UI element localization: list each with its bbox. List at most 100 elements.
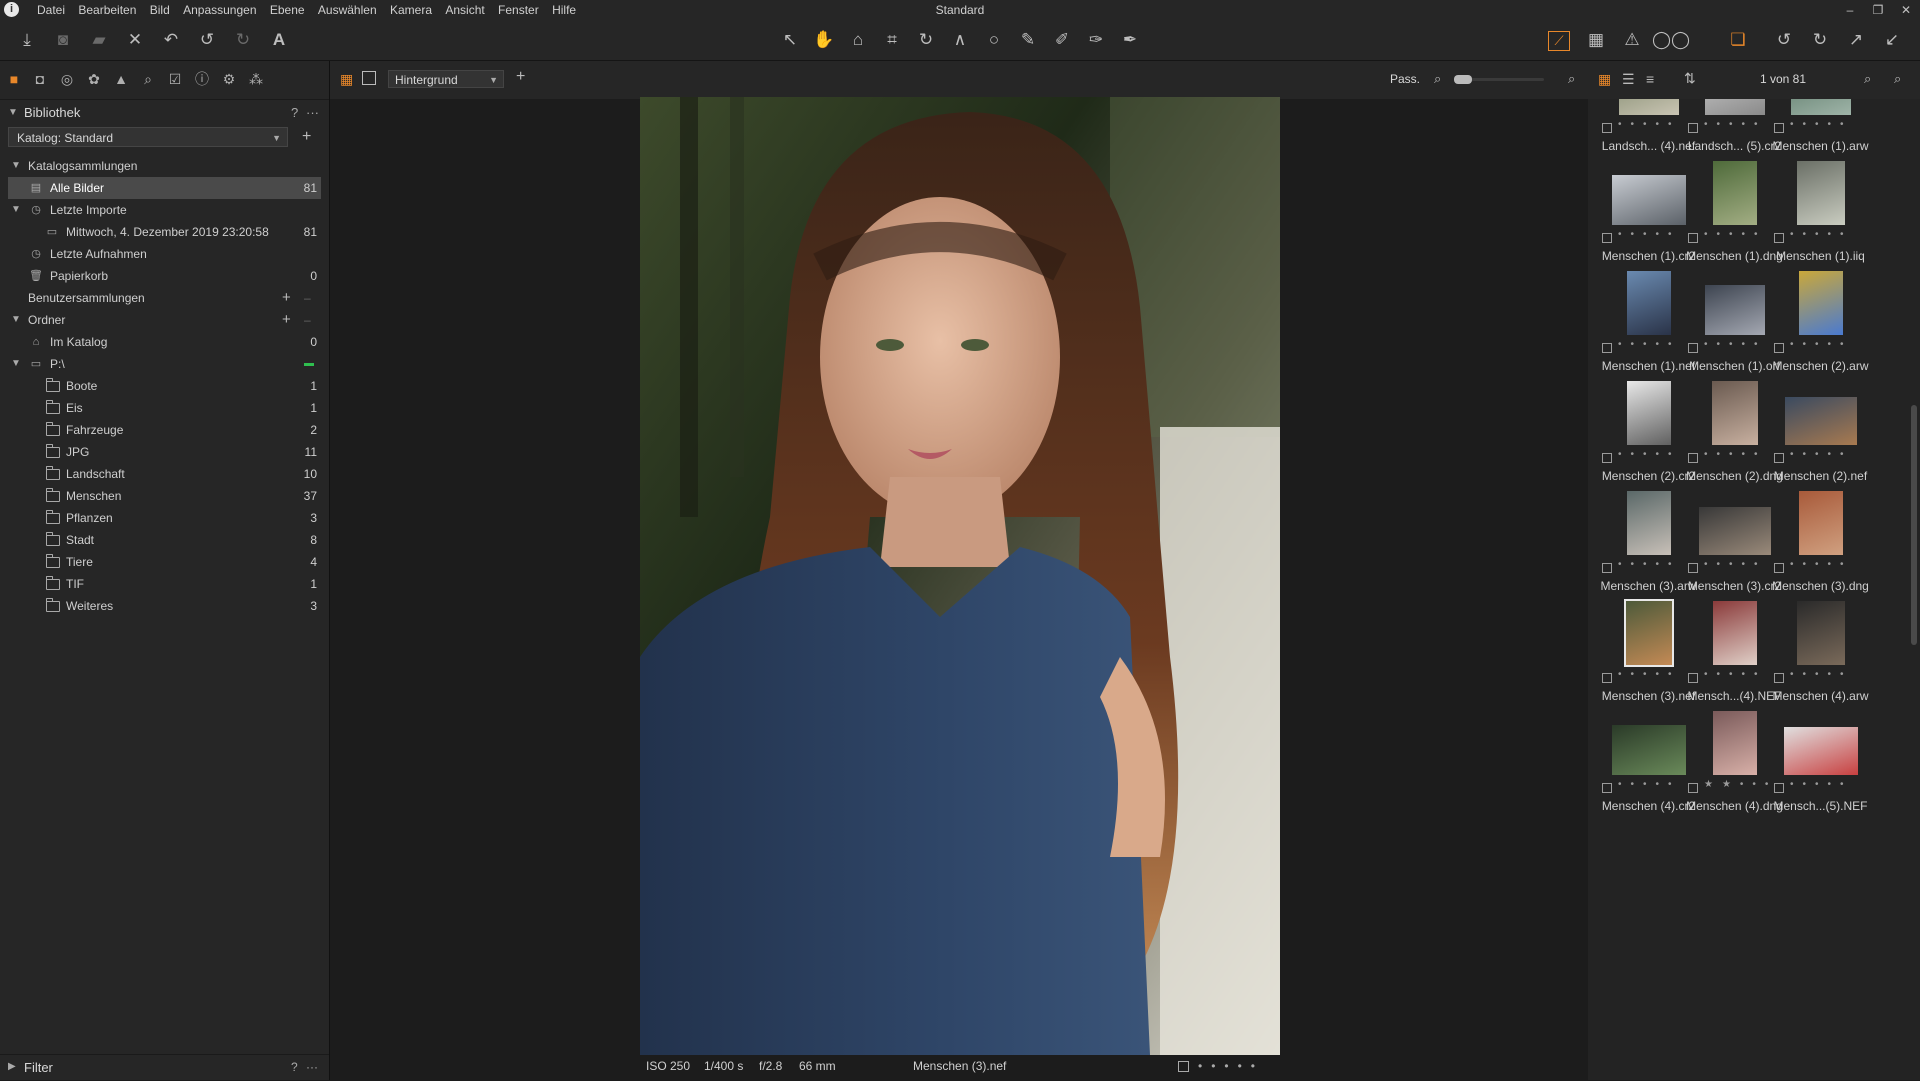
- select-checkbox[interactable]: [1774, 233, 1784, 243]
- select-checkbox[interactable]: [1688, 453, 1698, 463]
- select-checkbox[interactable]: [1774, 123, 1784, 133]
- select-checkbox[interactable]: [1602, 783, 1612, 793]
- folder-item[interactable]: Menschen 37: [8, 485, 321, 507]
- star-rating[interactable]: •••••: [1790, 449, 1853, 460]
- multi-view-icon[interactable]: ▦: [340, 71, 353, 88]
- output-tab-icon[interactable]: ⚙: [219, 69, 239, 89]
- folder-item[interactable]: Fahrzeuge 2: [8, 419, 321, 441]
- folder-item[interactable]: Boote 1: [8, 375, 321, 397]
- crop-icon[interactable]: ⌗: [880, 28, 904, 52]
- filter-panel-header[interactable]: ▶ Filter ? ···: [0, 1054, 329, 1081]
- filmstrip-view-icon[interactable]: ≡: [1646, 71, 1654, 87]
- spot-remove-icon[interactable]: ○: [982, 28, 1006, 52]
- thumbnail-image[interactable]: [1611, 725, 1686, 775]
- thumbnail-image[interactable]: [1790, 99, 1851, 115]
- folder-item[interactable]: Pflanzen 3: [8, 507, 321, 529]
- remove-folder-icon[interactable]: –: [304, 309, 311, 331]
- collection-all-images[interactable]: ▤ Alle Bilder 81: [8, 177, 321, 199]
- zoom-slider[interactable]: [1454, 75, 1544, 84]
- thumbnail-image[interactable]: [1618, 99, 1679, 115]
- help-icon[interactable]: ?: [291, 100, 298, 126]
- add-catalog-icon[interactable]: +: [302, 127, 311, 147]
- select-checkbox[interactable]: [1602, 673, 1612, 683]
- rotate-right-icon[interactable]: ↻: [1808, 28, 1832, 52]
- folder-item[interactable]: Eis 1: [8, 397, 321, 419]
- layer-select[interactable]: Hintergrund ▼: [388, 70, 504, 88]
- close-window-icon[interactable]: ✕: [1894, 0, 1918, 20]
- details-tab-icon[interactable]: ⌕: [138, 69, 158, 89]
- select-checkbox[interactable]: [1688, 563, 1698, 573]
- select-checkbox[interactable]: [1688, 783, 1698, 793]
- thumbnail-cell[interactable]: ••••• Mensch...(5).NEF: [1768, 707, 1873, 852]
- folder-item[interactable]: JPG 11: [8, 441, 321, 463]
- menu-kamera[interactable]: Kamera: [390, 0, 432, 20]
- color-picker-icon[interactable]: ✎: [1016, 28, 1040, 52]
- menu-datei[interactable]: Datei: [37, 0, 65, 20]
- folder-item[interactable]: Stadt 8: [8, 529, 321, 551]
- rotate-icon[interactable]: ↻: [914, 28, 938, 52]
- grid-view-icon[interactable]: ▦: [1598, 71, 1611, 88]
- zoom-fit-label[interactable]: Pass.: [1390, 72, 1420, 86]
- folder-item[interactable]: Landschaft 10: [8, 463, 321, 485]
- star-rating[interactable]: •••••: [1704, 229, 1767, 240]
- section-folders[interactable]: ▼ Ordner + –: [8, 309, 321, 331]
- thumbnail-image[interactable]: [1796, 161, 1845, 225]
- capture-tab-icon[interactable]: ◘: [30, 69, 50, 89]
- thumbnail-image[interactable]: [1796, 601, 1845, 665]
- process-icon[interactable]: ▰: [87, 28, 111, 52]
- metadata-tab-icon[interactable]: ⓘ: [192, 69, 212, 89]
- thumbnail-image[interactable]: [1798, 271, 1843, 335]
- undo-icon[interactable]: ↺: [195, 28, 219, 52]
- star-rating[interactable]: •••••: [1790, 779, 1853, 790]
- select-checkbox[interactable]: [1602, 123, 1612, 133]
- remove-collection-icon[interactable]: –: [304, 287, 311, 309]
- menu-ansicht[interactable]: Ansicht: [445, 0, 484, 20]
- thumbnail-image[interactable]: [1711, 381, 1758, 445]
- star-rating[interactable]: •••••: [1790, 229, 1853, 240]
- select-checkbox[interactable]: [1774, 453, 1784, 463]
- thumbnail-image[interactable]: [1704, 285, 1765, 335]
- folder-item[interactable]: TIF 1: [8, 573, 321, 595]
- lens-tab-icon[interactable]: ◎: [57, 69, 77, 89]
- expand-chevron-icon[interactable]: ▼: [10, 199, 22, 221]
- star-rating[interactable]: •••••: [1704, 339, 1767, 350]
- select-checkbox[interactable]: [1602, 343, 1612, 353]
- select-checkbox[interactable]: [1774, 343, 1784, 353]
- expand-chevron-icon[interactable]: ▼: [10, 155, 22, 177]
- star-rating[interactable]: •••••: [1704, 669, 1767, 680]
- collection-recent-imports[interactable]: ▼ ◷ Letzte Importe: [8, 199, 321, 221]
- clone-icon[interactable]: ✑: [1084, 28, 1108, 52]
- thumbnail-image[interactable]: [1704, 99, 1765, 115]
- collection-recent-captures[interactable]: ◷ Letzte Aufnahmen: [8, 243, 321, 265]
- thumbnail-image[interactable]: [1623, 599, 1674, 667]
- folder-in-catalog[interactable]: ⌂ Im Katalog 0: [8, 331, 321, 353]
- thumbnail-image[interactable]: [1626, 271, 1671, 335]
- folder-drive-p[interactable]: ▼ ▭ P:\: [8, 353, 321, 375]
- more-options-icon[interactable]: ···: [306, 1060, 318, 1074]
- menu-fenster[interactable]: Fenster: [498, 0, 539, 20]
- menu-auswaehlen[interactable]: Auswählen: [318, 0, 377, 20]
- menu-bild[interactable]: Bild: [150, 0, 170, 20]
- star-rating[interactable]: •••••: [1790, 339, 1853, 350]
- star-rating[interactable]: •••••: [1618, 339, 1681, 350]
- star-rating[interactable]: ★★•••: [1704, 779, 1777, 790]
- menu-hilfe[interactable]: Hilfe: [552, 0, 576, 20]
- rotate-left-icon[interactable]: ↺: [1772, 28, 1796, 52]
- menu-anpassungen[interactable]: Anpassungen: [183, 0, 256, 20]
- single-view-icon[interactable]: [362, 71, 376, 85]
- delete-icon[interactable]: ✕: [123, 28, 147, 52]
- select-cursor-icon[interactable]: ↖: [778, 28, 802, 52]
- browser-scrollbar-thumb[interactable]: [1911, 405, 1917, 645]
- add-collection-icon[interactable]: +: [282, 287, 291, 309]
- collection-import-date[interactable]: ▭ Mittwoch, 4. Dezember 2019 23:20:58 81: [8, 221, 321, 243]
- rating-dots[interactable]: •••••: [1198, 1055, 1264, 1077]
- expand-chevron-icon[interactable]: ▼: [10, 353, 22, 375]
- expand-chevron-icon[interactable]: ▼: [10, 309, 22, 331]
- section-catalog-collections[interactable]: ▼ Katalogsammlungen: [8, 155, 321, 177]
- star-rating[interactable]: •••••: [1704, 559, 1767, 570]
- library-header[interactable]: ▼ Bibliothek ? ···: [0, 100, 329, 126]
- collection-trash[interactable]: 🗑 Papierkorb 0: [8, 265, 321, 287]
- select-checkbox[interactable]: [1774, 563, 1784, 573]
- collapse-icon[interactable]: ↙: [1880, 28, 1904, 52]
- help-icon[interactable]: ?: [291, 1060, 298, 1074]
